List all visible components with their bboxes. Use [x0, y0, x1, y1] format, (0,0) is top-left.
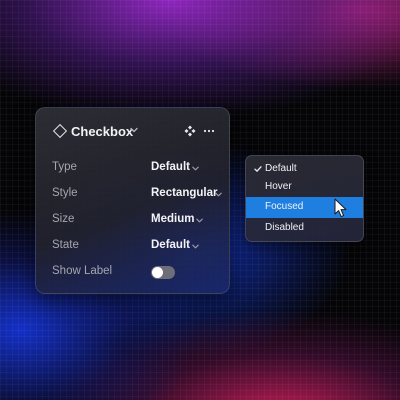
- cursor-icon: [334, 198, 347, 218]
- chevron-down-icon[interactable]: [214, 190, 223, 199]
- chevron-down-icon[interactable]: [195, 216, 204, 225]
- dropdown-option-label: Default: [265, 163, 297, 174]
- dropdown-option-label: Focused: [265, 201, 304, 212]
- dropdown-option-label: Disabled: [265, 222, 304, 233]
- chevron-down-icon[interactable]: [191, 242, 200, 251]
- property-row-style[interactable]: Style Rectangular: [36, 184, 229, 206]
- property-row-show-label: Show Label: [36, 262, 229, 284]
- property-row-type[interactable]: Type Default: [36, 158, 229, 180]
- dropdown-option-hover[interactable]: Hover: [246, 177, 363, 198]
- property-row-size[interactable]: Size Medium: [36, 210, 229, 232]
- component-title[interactable]: Checkbox: [71, 124, 133, 139]
- property-label: Size: [52, 213, 75, 225]
- check-icon: [254, 166, 262, 172]
- property-value[interactable]: Default: [151, 161, 190, 173]
- dropdown-option-label: Hover: [265, 181, 292, 192]
- diamond-icon: [52, 123, 68, 139]
- property-value[interactable]: Medium: [151, 213, 194, 225]
- property-label: State: [52, 239, 79, 251]
- property-label: Style: [52, 187, 78, 199]
- toggle-knob: [152, 267, 163, 278]
- more-icon[interactable]: [203, 125, 215, 137]
- property-value[interactable]: Default: [151, 239, 190, 251]
- property-row-state[interactable]: State Default: [36, 236, 229, 258]
- show-label-toggle[interactable]: [151, 266, 175, 279]
- chevron-down-icon[interactable]: [191, 164, 200, 173]
- property-label: Type: [52, 161, 77, 173]
- component-icon[interactable]: [184, 125, 196, 137]
- properties-panel: Checkbox Type Default Style Rectangular: [35, 107, 230, 294]
- property-value[interactable]: Rectangular: [151, 187, 217, 199]
- dropdown-option-disabled[interactable]: Disabled: [246, 218, 363, 239]
- property-label: Show Label: [52, 265, 113, 277]
- panel-header: Checkbox: [36, 108, 229, 154]
- chevron-down-icon[interactable]: [129, 125, 139, 135]
